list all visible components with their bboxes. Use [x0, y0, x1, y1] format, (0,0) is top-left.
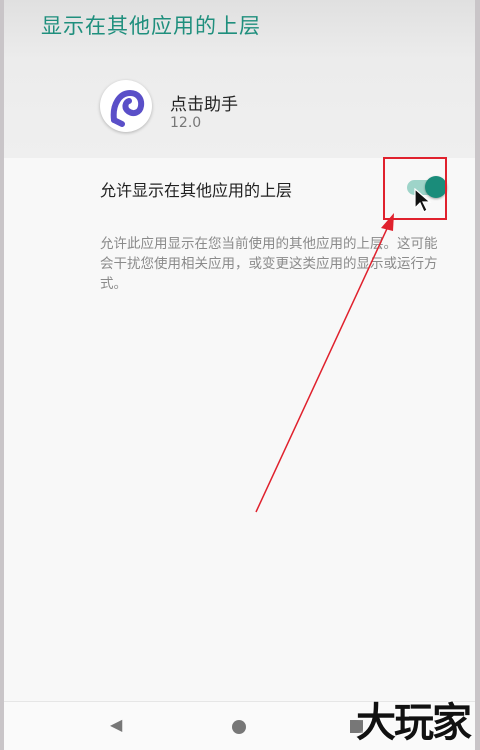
- home-icon[interactable]: [232, 720, 246, 734]
- device-frame-right: [475, 0, 480, 750]
- overlay-permission-description: 允许此应用显示在您当前使用的其他应用的上层。这可能会干扰您使用相关应用，或变更这…: [100, 236, 438, 292]
- watermark: 大玩家: [356, 700, 472, 746]
- page-title: 显示在其他应用的上层: [41, 14, 261, 38]
- app-name: 点击助手: [170, 95, 238, 115]
- mouse-cursor-icon: [414, 188, 432, 213]
- app-version: 12.0: [170, 115, 202, 131]
- header-area: 显示在其他应用的上层 点击助手 12.0: [4, 0, 475, 158]
- app-logo-icon: [100, 80, 152, 132]
- overlay-permission-label[interactable]: 允许显示在其他应用的上层: [100, 177, 292, 201]
- settings-content: 允许显示在其他应用的上层 允许此应用显示在您当前使用的其他应用的上层。这可能会干…: [4, 158, 475, 702]
- app-logo-glyph: [110, 89, 145, 127]
- back-icon[interactable]: ◀: [110, 715, 122, 734]
